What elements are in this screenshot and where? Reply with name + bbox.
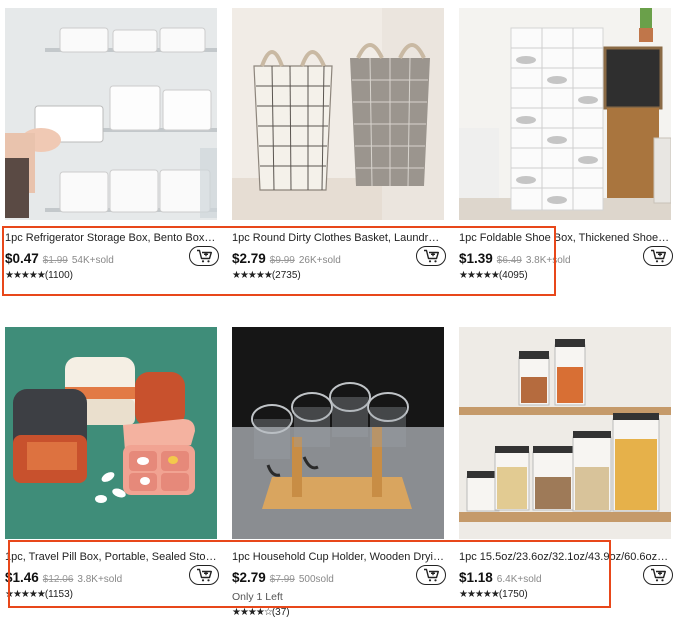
review-count: (1153) (44, 589, 73, 600)
product-title[interactable]: 1pc Refrigerator Storage Box, Bento Box,… (5, 232, 217, 244)
original-price: $9.99 (269, 255, 295, 266)
current-price: $1.46 (5, 570, 39, 585)
original-price: $12.06 (42, 574, 74, 585)
price-row: $2.79 $7.99 500sold (232, 570, 334, 588)
review-count: (4095) (498, 270, 528, 281)
add-to-cart-button[interactable] (189, 246, 219, 266)
rating: ★★★★★(2735) (232, 270, 301, 281)
add-to-cart-icon (650, 568, 666, 582)
fridge-storage-box-photo (5, 8, 217, 220)
add-to-cart-icon (650, 249, 666, 263)
original-price: $7.99 (269, 574, 295, 585)
add-to-cart-button[interactable] (189, 565, 219, 585)
pill-box-photo (5, 327, 217, 539)
cup-holder-photo (232, 327, 444, 539)
sold-count: 26K+sold (298, 255, 341, 266)
rating: ★★★★★(4095) (459, 270, 528, 281)
price-row: $0.47 $1.99 54K+sold (5, 251, 114, 269)
add-to-cart-icon (196, 568, 212, 582)
rating: ★★★★★(1153) (5, 589, 73, 600)
price-row: $1.18 6.4K+sold (459, 570, 542, 588)
add-to-cart-icon (423, 568, 439, 582)
product-image[interactable] (232, 327, 444, 539)
product-image[interactable] (5, 8, 217, 220)
product-image[interactable] (232, 8, 444, 220)
rating: ★★★★★(1100) (5, 270, 73, 281)
shoe-box-photo (459, 8, 671, 220)
rating-stars: ★★★★★ (459, 270, 500, 281)
add-to-cart-button[interactable] (416, 246, 446, 266)
review-count: (1750) (498, 589, 528, 600)
laundry-basket-photo (232, 8, 444, 220)
product-title[interactable]: 1pc Household Cup Holder, Wooden Drying … (232, 551, 444, 563)
add-to-cart-button[interactable] (416, 565, 446, 585)
current-price: $1.18 (459, 570, 493, 585)
rating-stars: ★★★★☆ (232, 607, 273, 618)
sold-count: 500sold (298, 574, 334, 585)
rating-stars: ★★★★★ (459, 589, 500, 600)
rating-stars: ★★★★★ (232, 270, 273, 281)
review-count: (2735) (271, 270, 301, 281)
add-to-cart-button[interactable] (643, 565, 673, 585)
stock-note: Only 1 Left (232, 591, 283, 603)
rating-stars: ★★★★★ (5, 589, 46, 600)
add-to-cart-icon (196, 249, 212, 263)
review-count: (1100) (44, 270, 73, 281)
review-count: (37) (271, 607, 290, 618)
current-price: $2.79 (232, 251, 266, 266)
price-row: $2.79 $9.99 26K+sold (232, 251, 341, 269)
sold-count: 6.4K+sold (496, 574, 542, 585)
add-to-cart-icon (423, 249, 439, 263)
rating: ★★★★★(1750) (459, 589, 528, 600)
product-image[interactable] (5, 327, 217, 539)
original-price: $1.99 (42, 255, 68, 266)
product-image[interactable] (459, 8, 671, 220)
product-title[interactable]: 1pc, Travel Pill Box, Portable, Sealed S… (5, 551, 217, 563)
sold-count: 3.8K+sold (525, 255, 571, 266)
rating-stars: ★★★★★ (5, 270, 46, 281)
product-title[interactable]: 1pc Foldable Shoe Box, Thickened Shoe Or… (459, 232, 671, 244)
product-title[interactable]: 1pc Round Dirty Clothes Basket, Laundry … (232, 232, 444, 244)
current-price: $0.47 (5, 251, 39, 266)
product-image[interactable] (459, 327, 671, 539)
food-container-photo (459, 327, 671, 539)
sold-count: 3.8K+sold (77, 574, 123, 585)
original-price: $6.49 (496, 255, 522, 266)
rating: ★★★★☆(37) (232, 607, 290, 618)
price-row: $1.39 $6.49 3.8K+sold (459, 251, 571, 269)
product-title[interactable]: 1pc 15.5oz/23.6oz/32.1oz/43.9oz/60.6oz S… (459, 551, 671, 563)
current-price: $1.39 (459, 251, 493, 266)
sold-count: 54K+sold (71, 255, 114, 266)
add-to-cart-button[interactable] (643, 246, 673, 266)
price-row: $1.46 $12.06 3.8K+sold (5, 570, 122, 588)
current-price: $2.79 (232, 570, 266, 585)
